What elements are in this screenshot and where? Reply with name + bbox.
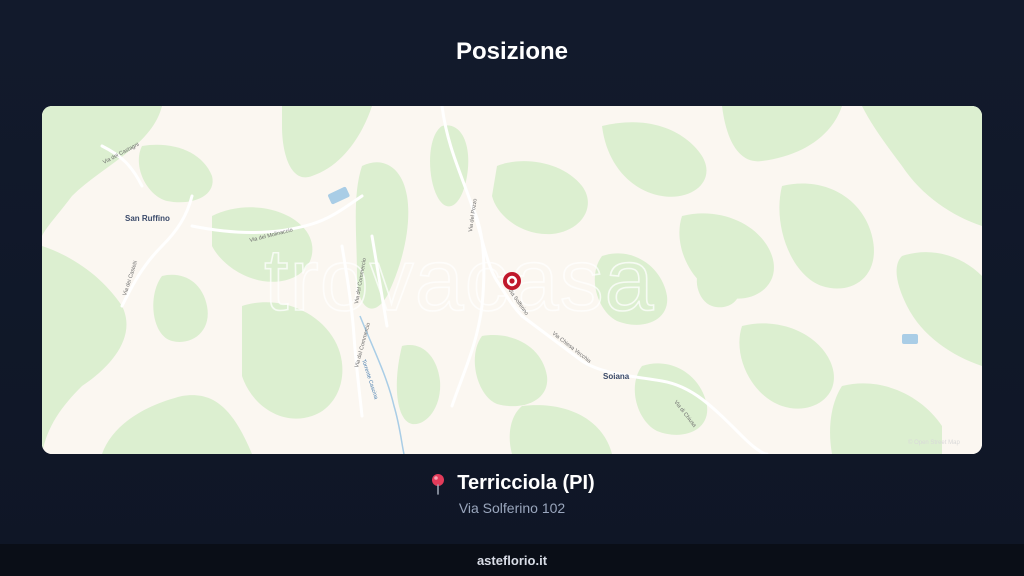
map-canvas: trovacasa San Ruffino Soiana Via dei Cas… xyxy=(42,106,982,454)
location-city: Terricciola (PI) xyxy=(457,472,595,494)
footer: asteflorio.it xyxy=(0,544,1024,576)
place-label-san-ruffino: San Ruffino xyxy=(125,214,170,223)
map-pin-icon xyxy=(429,473,447,495)
map-attribution[interactable]: © Open Street Map xyxy=(908,439,960,446)
place-label-soiana: Soiana xyxy=(603,372,630,381)
map-marker-icon[interactable] xyxy=(503,272,521,290)
page-title: Posizione xyxy=(455,38,569,65)
footer-brand[interactable]: asteflorio.it xyxy=(477,553,547,568)
location-row: Terricciola (PI) xyxy=(0,472,1024,495)
map-watermark: trovacasa xyxy=(264,230,655,329)
location-map[interactable]: trovacasa San Ruffino Soiana Via dei Cas… xyxy=(42,106,982,454)
location-address: Via Solferino 102 xyxy=(458,500,566,516)
